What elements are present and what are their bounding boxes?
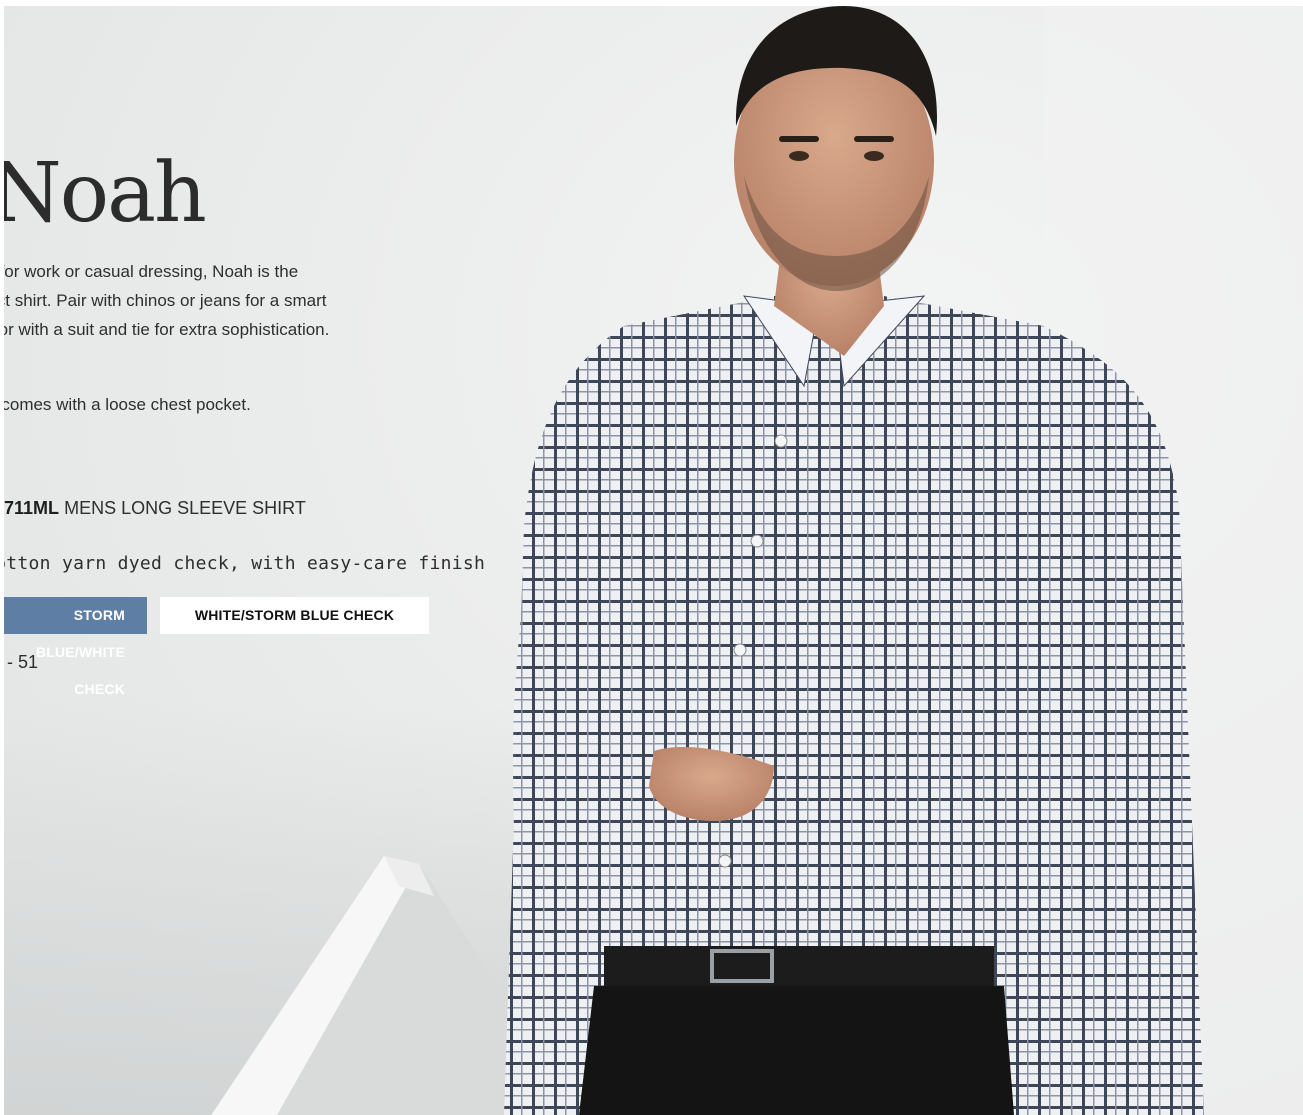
pocket-note: Noah comes with a loose chest pocket.: [4, 395, 251, 414]
product-name: Noah: [4, 146, 207, 241]
size-range: 38 - 51: [4, 652, 39, 672]
product-description: Ideal for work or casual dressing, Noah …: [4, 262, 330, 339]
hero-panel: Noah Ideal for work or casual dressing, …: [4, 6, 1303, 1115]
model-photo: [504, 6, 1303, 1115]
fabric-description: Cotton yarn dyed check, with easy-care f…: [4, 553, 486, 574]
swatch-storm-blue-white-button[interactable]: STORM BLUE/WHITE CHECK: [4, 597, 147, 697]
product-type: MENS LONG SLEEVE SHIRT: [64, 498, 306, 518]
product-code-line: 40711ML MENS LONG SLEEVE SHIRT: [4, 498, 306, 519]
swatch-white-storm-blue-button[interactable]: WHITE/STORM BLUE CHECK: [160, 597, 429, 634]
product-code: 40711ML: [4, 498, 60, 518]
